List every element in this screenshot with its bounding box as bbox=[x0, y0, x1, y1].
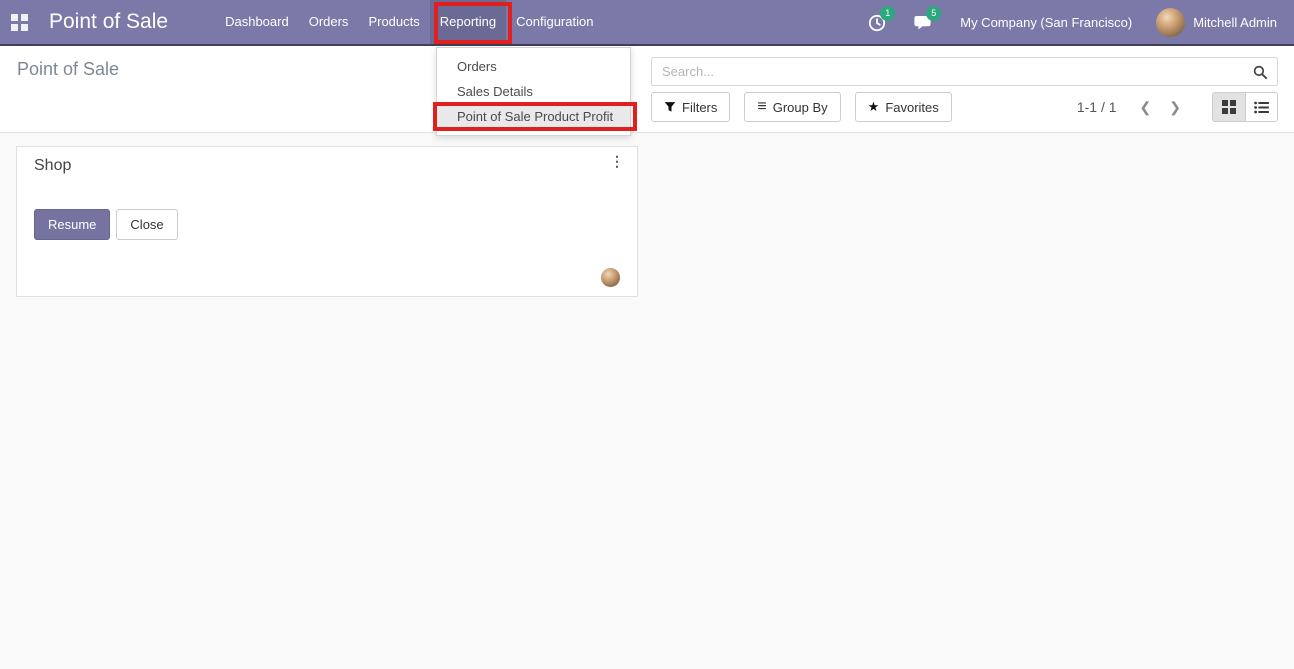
apps-grid-square bbox=[11, 23, 18, 31]
search-zone: Filters ≡ Group By ★ Favorites 1-1 / 1 ❮… bbox=[651, 57, 1278, 122]
kebab-menu-icon[interactable]: ⋮ bbox=[610, 154, 624, 168]
menu-orders[interactable]: Orders bbox=[299, 0, 359, 44]
apps-grid-icon[interactable] bbox=[11, 13, 28, 31]
control-panel: Point of Sale Filters bbox=[0, 46, 1294, 133]
navbar-right-section: 1 5 My Company (San Francisco) Mitchell … bbox=[868, 6, 1294, 37]
view-switcher bbox=[1212, 92, 1278, 122]
menu-reporting[interactable]: Reporting bbox=[429, 0, 507, 44]
user-menu[interactable]: Mitchell Admin bbox=[1193, 15, 1277, 30]
reporting-dropdown-menu: Orders Sales Details Point of Sale Produ… bbox=[436, 47, 631, 136]
list-view-button[interactable] bbox=[1245, 93, 1277, 121]
top-navbar: Point of Sale Dashboard Orders Products … bbox=[0, 0, 1294, 46]
menu-configuration[interactable]: Configuration bbox=[506, 0, 603, 44]
activity-count-badge: 1 bbox=[880, 6, 896, 21]
star-icon: ★ bbox=[867, 99, 880, 114]
kanban-view-button[interactable] bbox=[1213, 93, 1245, 121]
search-icon[interactable] bbox=[1253, 65, 1268, 85]
pager-next-icon[interactable]: ❯ bbox=[1160, 99, 1190, 116]
apps-grid-square bbox=[21, 13, 28, 21]
close-button[interactable]: Close bbox=[116, 209, 178, 240]
dropdown-item-sales-details[interactable]: Sales Details bbox=[437, 79, 630, 104]
favorites-button[interactable]: ★ Favorites bbox=[854, 92, 952, 122]
menu-products[interactable]: Products bbox=[358, 0, 429, 44]
shop-card-avatar[interactable] bbox=[601, 268, 620, 287]
activity-clock-icon[interactable]: 1 bbox=[868, 6, 896, 34]
page: Point of Sale Dashboard Orders Products … bbox=[0, 0, 1294, 669]
dropdown-item-pos-product-profit[interactable]: Point of Sale Product Profit bbox=[437, 104, 630, 129]
kanban-view: Shop ⋮ Resume Close bbox=[0, 133, 1294, 669]
messages-count-badge: 5 bbox=[926, 6, 942, 21]
messages-icon[interactable]: 5 bbox=[914, 6, 942, 34]
shop-card-title: Shop bbox=[34, 157, 72, 174]
shop-card-buttons: Resume Close bbox=[34, 209, 178, 240]
app-title: Point of Sale bbox=[49, 10, 169, 33]
main-menu: Dashboard Orders Products Reporting Conf… bbox=[215, 0, 603, 44]
pager-value: 1-1 / 1 bbox=[1076, 99, 1117, 115]
user-avatar[interactable] bbox=[1156, 7, 1186, 37]
pager: 1-1 / 1 ❮ ❯ bbox=[1077, 99, 1190, 116]
apps-grid-square bbox=[11, 13, 18, 21]
funnel-icon bbox=[664, 102, 676, 112]
menu-dashboard[interactable]: Dashboard bbox=[215, 0, 299, 44]
shop-kanban-card[interactable]: Shop ⋮ Resume Close bbox=[16, 146, 638, 297]
filters-label: Filters bbox=[682, 99, 718, 115]
breadcrumb[interactable]: Point of Sale bbox=[17, 59, 119, 80]
search-input[interactable] bbox=[652, 58, 1277, 85]
list-view-icon bbox=[1254, 101, 1269, 113]
apps-grid-square bbox=[21, 23, 28, 31]
pager-previous-icon[interactable]: ❮ bbox=[1131, 99, 1161, 116]
group-by-label: Group By bbox=[772, 99, 828, 115]
control-panel-buttons-row: Filters ≡ Group By ★ Favorites 1-1 / 1 ❮… bbox=[651, 92, 1278, 122]
filters-button[interactable]: Filters bbox=[651, 92, 731, 122]
favorites-label: Favorites bbox=[885, 99, 939, 115]
group-by-button[interactable]: ≡ Group By bbox=[744, 92, 841, 122]
hamburger-icon: ≡ bbox=[757, 98, 767, 115]
dropdown-item-orders[interactable]: Orders bbox=[437, 54, 630, 79]
resume-button[interactable]: Resume bbox=[34, 209, 111, 240]
kanban-view-icon bbox=[1222, 100, 1236, 114]
company-switcher[interactable]: My Company (San Francisco) bbox=[960, 15, 1132, 30]
search-box bbox=[651, 57, 1278, 86]
